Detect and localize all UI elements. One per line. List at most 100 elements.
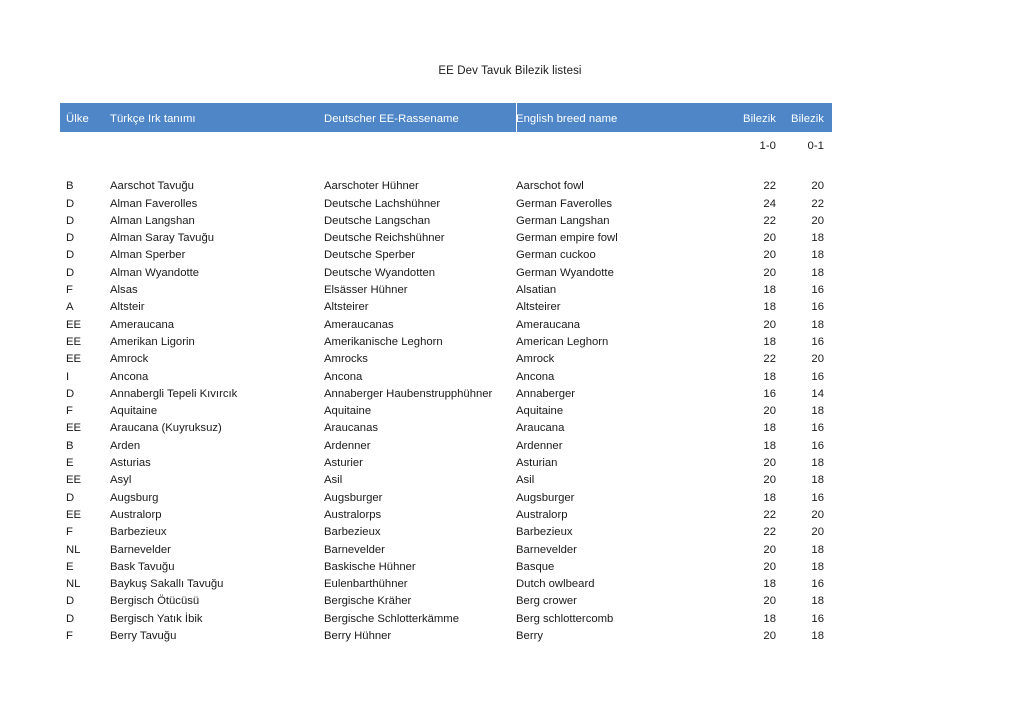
cell-german-name: Amrocks <box>324 353 368 366</box>
cell-ring-2: 20 <box>811 214 824 227</box>
cell-english-name: Berg schlottercomb <box>516 612 614 625</box>
table-header: Ülke Türkçe Irk tanımı Deutscher EE-Rass… <box>60 103 832 161</box>
cell-ring-2: 16 <box>811 491 824 504</box>
cell-country: D <box>66 249 75 262</box>
table-row[interactable]: EE Amrock Amrocks Amrock 22 20 <box>60 351 832 368</box>
cell-ring-2: 16 <box>811 439 824 452</box>
cell-english-name: German Faverolles <box>516 197 613 210</box>
table-row[interactable]: I Ancona Ancona Ancona 18 16 <box>60 369 832 386</box>
cell-ring-2: 18 <box>811 405 824 418</box>
table-row[interactable]: D Bergisch Yatık İbik Bergische Schlotterk… <box>60 611 832 628</box>
table-row[interactable]: F Aquitaine Aquitaine Aquitaine 20 18 <box>60 403 832 420</box>
column-header-ring-1[interactable]: Bilezik <box>732 103 784 132</box>
table-row[interactable]: D Alman Langshan Deutsche Langschan German … <box>60 213 832 230</box>
cell-turkish-name: Asyl <box>110 474 132 487</box>
cell-ring-2: 16 <box>811 578 824 591</box>
cell-country: D <box>66 197 75 210</box>
cell-turkish-name: Berry Tavuğu <box>110 630 177 643</box>
cell-english-name: Barbezieux <box>516 526 573 539</box>
cell-country: EE <box>66 318 82 331</box>
cell-ring-2: 16 <box>811 301 824 314</box>
cell-ring-1: 18 <box>763 370 776 383</box>
table-row[interactable]: D Annabergli Tepeli Kıvırcık Annaberger Ha… <box>60 386 832 403</box>
cell-ring-2: 18 <box>811 232 824 245</box>
table-row[interactable]: D Augsburg Augsburger Augsburger 18 16 <box>60 490 832 507</box>
cell-country: EE <box>66 474 82 487</box>
cell-ring-1: 22 <box>763 180 776 193</box>
table-row[interactable]: B Arden Ardenner Ardenner 18 16 <box>60 438 832 455</box>
document-page: EE Dev Tavuk Bilezik listesi Ülke Türkçe… <box>0 0 1020 721</box>
cell-country: B <box>66 180 74 193</box>
cell-ring-1: 20 <box>763 595 776 608</box>
subheader-country <box>60 132 104 161</box>
cell-german-name: Australorps <box>324 508 382 521</box>
table-row[interactable]: B Aarschot Tavuğu Aarschoter Hühner Aarscho… <box>60 178 832 195</box>
cell-ring-2: 18 <box>811 249 824 262</box>
cell-ring-1: 22 <box>763 214 776 227</box>
cell-german-name: Aquitaine <box>324 405 372 418</box>
cell-ring-1: 20 <box>763 249 776 262</box>
cell-ring-2: 16 <box>811 612 824 625</box>
column-header-german-name[interactable]: Deutscher EE-Rassename <box>324 103 516 132</box>
table-row[interactable]: EE Ameraucana Ameraucanas Ameraucana 20 18 <box>60 317 832 334</box>
table-row[interactable]: EE Asyl Asil Asil 20 18 <box>60 472 832 489</box>
table-row[interactable]: E Bask Tavuğu Baskische Hühner Basque 20 18 <box>60 559 832 576</box>
cell-ring-1: 18 <box>763 491 776 504</box>
table-row[interactable]: D Bergisch Ötücüsü Bergische Kräher Berg cr… <box>60 593 832 610</box>
cell-turkish-name: Amerikan Ligorin <box>110 335 195 348</box>
table-row[interactable]: D Alman Faverolles Deutsche Lachshühner Ger… <box>60 196 832 213</box>
table-row[interactable]: EE Amerikan Ligorin Amerikanische Leghorn A… <box>60 334 832 351</box>
cell-german-name: Ardenner <box>324 439 371 452</box>
cell-ring-2: 18 <box>811 266 824 279</box>
table-row[interactable]: EE Araucana (Kuyruksuz) Araucanas Araucana 1… <box>60 420 832 437</box>
cell-english-name: Aarschot fowl <box>516 180 584 193</box>
cell-ring-2: 18 <box>811 474 824 487</box>
cell-german-name: Bergische Kräher <box>324 595 412 608</box>
table-body: B Aarschot Tavuğu Aarschoter Hühner Aarscho… <box>60 161 832 645</box>
cell-english-name: Araucana <box>516 422 565 435</box>
column-header-english-name[interactable]: English breed name <box>516 103 732 132</box>
cell-country: F <box>66 405 73 418</box>
table-row[interactable]: D Alman Saray Tavuğu Deutsche Reichshühner… <box>60 230 832 247</box>
cell-ring-1: 18 <box>763 284 776 297</box>
table-spacer-row <box>60 161 832 178</box>
table-row[interactable]: F Berry Tavuğu Berry Hühner Berry 20 18 <box>60 628 832 645</box>
cell-turkish-name: Annabergli Tepeli Kıvırcık <box>110 387 238 400</box>
cell-english-name: Basque <box>516 560 555 573</box>
table-row[interactable]: F Barbezieux Barbezieux Barbezieux 22 20 <box>60 524 832 541</box>
table-row[interactable]: F Alsas Elsässer Hühner Alsatian 18 16 <box>60 282 832 299</box>
cell-german-name: Berry Hühner <box>324 630 392 643</box>
cell-country: D <box>66 214 75 227</box>
cell-turkish-name: Bergisch Yatık İbik <box>110 612 203 625</box>
cell-turkish-name: Alsas <box>110 284 138 297</box>
table-row[interactable]: NL Barnevelder Barnevelder Barnevelder 20 18 <box>60 542 832 559</box>
cell-ring-1: 22 <box>763 508 776 521</box>
cell-ring-1: 20 <box>763 630 776 643</box>
cell-turkish-name: Amrock <box>110 353 149 366</box>
cell-country: D <box>66 612 75 625</box>
table-row[interactable]: E Asturias Asturier Asturian 20 18 <box>60 455 832 472</box>
cell-turkish-name: Altsteir <box>110 301 145 314</box>
table-row[interactable]: NL Baykuş Sakallı Tavuğu Eulenbarthühner Du… <box>60 576 832 593</box>
cell-ring-2: 14 <box>811 387 824 400</box>
cell-ring-2: 18 <box>811 457 824 470</box>
cell-english-name: Altsteirer <box>516 301 561 314</box>
cell-turkish-name: Aarschot Tavuğu <box>110 180 194 193</box>
cell-ring-1: 20 <box>763 266 776 279</box>
column-header-turkish-name[interactable]: Türkçe Irk tanımı <box>104 103 324 132</box>
cell-ring-1: 18 <box>763 301 776 314</box>
column-header-ring-2[interactable]: Bilezik <box>784 103 832 132</box>
cell-turkish-name: Augsburg <box>110 491 159 504</box>
cell-ring-1: 20 <box>763 543 776 556</box>
breed-table: Ülke Türkçe Irk tanımı Deutscher EE-Rass… <box>60 103 832 645</box>
cell-turkish-name: Alman Faverolles <box>110 197 198 210</box>
table-row[interactable]: A Altsteir Altsteirer Altsteirer 18 16 <box>60 299 832 316</box>
cell-ring-1: 20 <box>763 318 776 331</box>
cell-english-name: German Wyandotte <box>516 266 614 279</box>
cell-ring-2: 20 <box>811 180 824 193</box>
cell-german-name: Asturier <box>324 457 363 470</box>
table-row[interactable]: D Alman Wyandotte Deutsche Wyandotten Germa… <box>60 265 832 282</box>
table-row[interactable]: EE Australorp Australorps Australorp 22 20 <box>60 507 832 524</box>
column-header-country[interactable]: Ülke <box>60 103 104 132</box>
table-row[interactable]: D Alman Sperber Deutsche Sperber German cuc… <box>60 247 832 264</box>
